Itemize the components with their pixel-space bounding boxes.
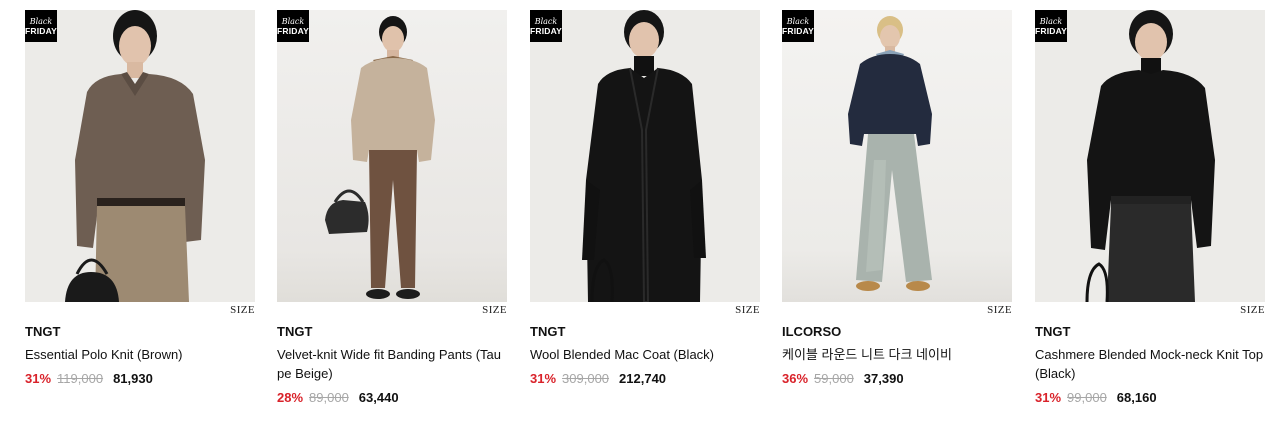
price-row: 31% 309,000 212,740 (530, 370, 760, 387)
product-name[interactable]: Cashmere Blended Mock-neck Knit Top (Bla… (1035, 345, 1265, 383)
product-name[interactable]: Wool Blended Mac Coat (Black) (530, 345, 760, 364)
product-brand[interactable]: TNGT (25, 324, 255, 340)
product-brand[interactable]: ILCORSO (782, 324, 1012, 340)
product-image[interactable]: Black FRIDAY (25, 10, 255, 302)
product-image[interactable]: Black FRIDAY (530, 10, 760, 302)
product-image[interactable]: Black FRIDAY (277, 10, 507, 302)
sale-price: 37,390 (863, 371, 904, 386)
price-row: 31% 99,000 68,160 (1035, 389, 1265, 406)
sale-price: 63,440 (358, 390, 399, 405)
sale-price: 68,160 (1116, 390, 1157, 405)
discount-rate: 31% (25, 371, 52, 386)
price-row: 36% 59,000 37,390 (782, 370, 1012, 387)
original-price: 89,000 (309, 390, 349, 405)
product-image[interactable]: Black FRIDAY (1035, 10, 1265, 302)
product-image[interactable]: Black FRIDAY (782, 10, 1012, 302)
product-name[interactable]: 케이블 라운드 니트 다크 네이비 (782, 345, 1012, 364)
product-name[interactable]: Essential Polo Knit (Brown) (25, 345, 255, 364)
discount-rate: 36% (782, 371, 809, 386)
product-card[interactable]: Black FRIDAY SIZE TNGT Essential Polo Kn… (25, 10, 255, 387)
black-friday-badge: Black FRIDAY (277, 10, 309, 42)
black-friday-badge: Black FRIDAY (530, 10, 562, 42)
product-grid: Black FRIDAY SIZE TNGT Essential Polo Kn… (0, 0, 1273, 437)
discount-rate: 31% (1035, 390, 1062, 405)
size-link[interactable]: SIZE (1240, 304, 1265, 316)
black-friday-badge: Black FRIDAY (1035, 10, 1067, 42)
discount-rate: 28% (277, 390, 304, 405)
black-friday-badge: Black FRIDAY (782, 10, 814, 42)
sale-price: 81,930 (113, 371, 153, 386)
price-row: 31% 119,000 81,930 (25, 370, 255, 387)
product-name[interactable]: Velvet-knit Wide fit Banding Pants (Taup… (277, 345, 507, 383)
model-photo-black-mock-neck (1085, 10, 1215, 302)
size-link[interactable]: SIZE (230, 304, 255, 316)
product-card[interactable]: Black FRIDAY SIZE TNGT Wool Blended Mac … (530, 10, 760, 387)
original-price: 119,000 (57, 371, 104, 386)
original-price: 309,000 (562, 371, 610, 386)
product-brand[interactable]: TNGT (1035, 324, 1265, 340)
size-link[interactable]: SIZE (735, 304, 760, 316)
black-friday-badge: Black FRIDAY (25, 10, 57, 42)
model-photo-navy-knit (848, 16, 932, 291)
product-card[interactable]: Black FRIDAY SIZE TNGT Cashmere Blended … (1035, 10, 1265, 406)
product-brand[interactable]: TNGT (277, 324, 507, 340)
model-photo-velvet-pants (325, 16, 435, 299)
sale-price: 212,740 (619, 371, 667, 386)
product-brand[interactable]: TNGT (530, 324, 760, 340)
product-card[interactable]: Black FRIDAY SIZE TNGT Velvet-knit Wide … (277, 10, 507, 406)
model-photo-brown-polo (65, 10, 205, 302)
discount-rate: 31% (530, 371, 557, 386)
original-price: 59,000 (814, 371, 854, 386)
price-row: 28% 89,000 63,440 (277, 389, 507, 406)
original-price: 99,000 (1067, 390, 1107, 405)
size-link[interactable]: SIZE (482, 304, 507, 316)
product-card[interactable]: Black FRIDAY SIZE ILCORSO 케이블 라운드 니트 다크 … (782, 10, 1012, 387)
model-photo-mac-coat (582, 10, 706, 302)
size-link[interactable]: SIZE (987, 304, 1012, 316)
